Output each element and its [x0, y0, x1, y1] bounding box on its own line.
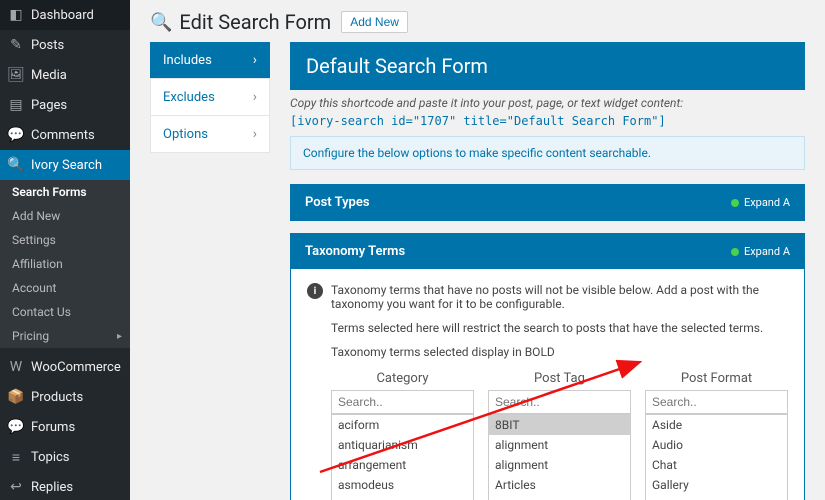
form-title: Default Search Form — [290, 42, 805, 90]
list-item[interactable]: aciform — [332, 415, 473, 435]
menu-icon: ◧ — [8, 7, 24, 23]
sidebar-item-woocommerce[interactable]: WWooCommerce — [0, 352, 130, 382]
sidebar-item-dashboard[interactable]: ◧Dashboard — [0, 0, 130, 30]
taxonomy-search-input[interactable] — [331, 390, 474, 414]
sidebar-item-pages[interactable]: ▤Pages — [0, 90, 130, 120]
menu-icon: W — [8, 359, 24, 375]
taxonomy-search-input[interactable] — [488, 390, 631, 414]
menu-icon: 📦 — [8, 389, 24, 405]
taxonomy-search-input[interactable] — [645, 390, 788, 414]
menu-icon: 💬 — [8, 419, 24, 435]
list-item[interactable]: antiquarianism — [332, 435, 473, 455]
admin-sidebar: ◧Dashboard✎Posts🖼Media▤Pages💬Comments🔍Iv… — [0, 0, 130, 500]
sidebar-sub-search-forms[interactable]: Search Forms — [0, 180, 130, 204]
list-item[interactable]: asmodeus — [332, 475, 473, 495]
status-dot-icon — [731, 248, 739, 256]
chevron-right-icon: › — [253, 126, 257, 142]
sidebar-item-ivory-search[interactable]: 🔍Ivory Search — [0, 150, 130, 180]
tab-excludes[interactable]: Excludes› — [150, 78, 270, 116]
shortcode-value: [ivory-search id="1707" title="Default S… — [290, 114, 805, 128]
taxonomy-list[interactable]: 8BITalignmentalignmentArticlesasideaudio — [488, 414, 631, 500]
menu-icon: ≡ — [8, 449, 24, 465]
taxonomy-col-title: Post Format — [645, 371, 788, 386]
menu-icon: ▤ — [8, 97, 24, 113]
panel-post-types: Post Types Expand A — [290, 184, 805, 221]
shortcode-hint: Copy this shortcode and paste it into yo… — [290, 90, 805, 114]
info-icon: i — [307, 283, 323, 299]
sidebar-item-replies[interactable]: ↩Replies — [0, 472, 130, 500]
helper-text: Terms selected here will restrict the se… — [307, 321, 788, 335]
chevron-right-icon: › — [253, 89, 257, 105]
menu-icon: 🖼 — [8, 67, 24, 83]
tab-includes[interactable]: Includes› — [150, 42, 270, 79]
list-item[interactable]: arrangement — [332, 455, 473, 475]
taxonomy-list[interactable]: aciformantiquarianismarrangementasmodeus… — [331, 414, 474, 500]
list-item[interactable]: Articles — [489, 475, 630, 495]
list-item[interactable]: Blogroll — [332, 495, 473, 500]
taxonomy-list[interactable]: AsideAudioChatGalleryImageLink — [645, 414, 788, 500]
tab-options[interactable]: Options› — [150, 115, 270, 153]
sidebar-sub-pricing[interactable]: Pricing▸ — [0, 324, 130, 348]
list-item[interactable]: aside — [489, 495, 630, 500]
sidebar-item-forums[interactable]: 💬Forums — [0, 412, 130, 442]
taxonomy-col-post-format: Post Format AsideAudioChatGalleryImageLin… — [645, 371, 788, 500]
taxonomy-col-title: Post Tag — [488, 371, 631, 386]
chevron-right-icon: › — [253, 52, 257, 68]
list-item[interactable]: Gallery — [646, 475, 787, 495]
configure-notice: Configure the below options to make spec… — [290, 136, 805, 170]
menu-icon: 🔍 — [8, 157, 24, 173]
list-item[interactable]: alignment — [489, 435, 630, 455]
add-new-button[interactable]: Add New — [341, 11, 408, 33]
chevron-right-icon: ▸ — [117, 331, 122, 342]
taxonomy-info: Taxonomy terms that have no posts will n… — [331, 283, 788, 311]
list-item[interactable]: Aside — [646, 415, 787, 435]
list-item[interactable]: Chat — [646, 455, 787, 475]
settings-tabs: Includes›Excludes›Options› — [150, 42, 270, 500]
status-dot-icon — [731, 199, 739, 207]
panel-head-post-types[interactable]: Post Types Expand A — [291, 185, 804, 220]
search-icon: 🔍 — [150, 12, 172, 33]
panel-head-taxonomy[interactable]: Taxonomy Terms Expand A — [291, 234, 804, 269]
menu-icon: ✎ — [8, 37, 24, 53]
helper-text: Taxonomy terms selected display in BOLD — [307, 345, 788, 359]
sidebar-sub-contact-us[interactable]: Contact Us — [0, 300, 130, 324]
sidebar-sub-affiliation[interactable]: Affiliation — [0, 252, 130, 276]
taxonomy-col-category: Category aciformantiquarianismarrangement… — [331, 371, 474, 500]
list-item[interactable]: Image — [646, 495, 787, 500]
taxonomy-col-post-tag: Post Tag8BITalignmentalignmentArticlesas… — [488, 371, 631, 500]
sidebar-sub-settings[interactable]: Settings — [0, 228, 130, 252]
sidebar-item-posts[interactable]: ✎Posts — [0, 30, 130, 60]
sidebar-sub-add-new[interactable]: Add New — [0, 204, 130, 228]
menu-icon: 💬 — [8, 127, 24, 143]
page-header: 🔍Edit Search Form Add New — [130, 0, 825, 42]
list-item[interactable]: Audio — [646, 435, 787, 455]
sidebar-item-topics[interactable]: ≡Topics — [0, 442, 130, 472]
menu-icon: ↩ — [8, 479, 24, 495]
sidebar-item-media[interactable]: 🖼Media — [0, 60, 130, 90]
list-item[interactable]: 8BIT — [489, 415, 630, 435]
sidebar-item-comments[interactable]: 💬Comments — [0, 120, 130, 150]
list-item[interactable]: alignment — [489, 455, 630, 475]
settings-content: Default Search Form Copy this shortcode … — [290, 42, 805, 500]
page-title: 🔍Edit Search Form — [150, 10, 331, 34]
sidebar-sub-account[interactable]: Account — [0, 276, 130, 300]
taxonomy-col-title: Category — [331, 371, 474, 386]
panel-taxonomy-terms: Taxonomy Terms Expand A i Taxonomy terms… — [290, 233, 805, 500]
sidebar-item-products[interactable]: 📦Products — [0, 382, 130, 412]
